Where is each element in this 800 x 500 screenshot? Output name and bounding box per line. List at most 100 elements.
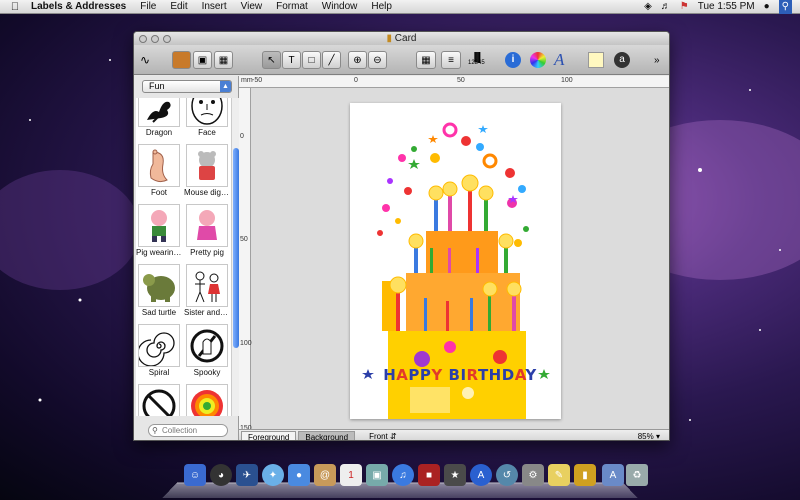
chevron-down-icon: ⇵ xyxy=(389,431,397,441)
apple-menu-icon[interactable]:  xyxy=(6,1,24,13)
line-tool-icon[interactable]: ╱ xyxy=(322,51,341,69)
vertical-ruler: 0 50 100 150 xyxy=(239,88,252,432)
clipart-item[interactable]: Sad turtle xyxy=(136,264,182,322)
camera-icon[interactable]: ▣ xyxy=(193,51,212,69)
applications-folder-icon[interactable]: A xyxy=(602,464,624,486)
clipart-icon[interactable] xyxy=(172,51,191,69)
menu-help[interactable]: Help xyxy=(364,0,399,14)
tab-foreground[interactable]: Foreground xyxy=(241,430,297,440)
app-menu[interactable]: Labels & Addresses xyxy=(24,0,133,14)
ruler-label: -50 xyxy=(252,77,263,84)
pretty-pig-image xyxy=(186,204,228,247)
clipart-item[interactable] xyxy=(184,384,230,416)
clipart-label: Dragon xyxy=(145,128,173,137)
trash-icon[interactable]: ♻ xyxy=(626,464,648,486)
menu-file[interactable]: File xyxy=(133,0,163,14)
menu-insert[interactable]: Insert xyxy=(195,0,234,14)
ruler-label: 50 xyxy=(240,236,248,243)
clipart-item[interactable]: Foot xyxy=(136,144,182,202)
mouse-digger-image xyxy=(186,144,228,187)
address-card-icon[interactable]: ▦ xyxy=(416,50,436,70)
clipart-item[interactable]: Mouse digger xyxy=(184,144,230,202)
list-icon[interactable]: ≡ xyxy=(441,50,461,70)
app-store-icon[interactable]: A xyxy=(470,464,492,486)
menu-format[interactable]: Format xyxy=(269,0,315,14)
toolbar: ∿ ▣ ▦ ↖ T □ ╱ ⊕ ⊖ ▦ ≡ ||||||| 12345 i A … xyxy=(134,45,669,75)
greeting-letter: P xyxy=(408,366,420,384)
zoom-select[interactable]: 85% ▾ xyxy=(638,432,660,441)
collection-search-input[interactable]: ⚲ Collection xyxy=(148,424,228,437)
user-icon[interactable]: ● xyxy=(764,0,770,14)
tab-background[interactable]: Background xyxy=(298,430,356,440)
top-candles xyxy=(428,174,494,231)
greeting-letter: Y xyxy=(525,366,537,384)
info-icon[interactable]: i xyxy=(504,50,522,70)
menu-window[interactable]: Window xyxy=(315,0,365,14)
window-titlebar[interactable]: ▮ Card xyxy=(134,32,669,45)
greeting-letter: P xyxy=(419,366,432,384)
status-bar: Foreground Background Front ⇵ 85% ▾ xyxy=(239,429,669,441)
clipart-label: Face xyxy=(198,128,216,137)
clipart-item[interactable]: Pretty pig xyxy=(184,204,230,262)
greeting-letter: H xyxy=(488,366,502,384)
text-tool-icon[interactable]: T xyxy=(282,51,301,69)
volume-icon[interactable]: ♬ xyxy=(661,0,671,14)
ical-icon[interactable]: 1 xyxy=(340,464,362,486)
wifi-icon[interactable]: ◈ xyxy=(644,0,652,14)
colors-icon[interactable] xyxy=(530,50,546,70)
mail-icon[interactable]: ✈ xyxy=(236,464,258,486)
rectangle-tool-icon[interactable]: □ xyxy=(302,51,321,69)
fonts-icon[interactable]: A xyxy=(554,50,564,70)
notes-icon[interactable] xyxy=(588,50,604,70)
address-book-icon[interactable]: @ xyxy=(314,464,336,486)
clipart-scrollbar[interactable] xyxy=(231,98,239,416)
zoom-out-icon[interactable]: ⊖ xyxy=(368,51,387,69)
templates-icon[interactable]: ▦ xyxy=(214,51,233,69)
clipart-item[interactable]: Spiral xyxy=(136,324,182,382)
finder-icon[interactable]: ☺ xyxy=(184,464,206,486)
sidebar-toggle-icon[interactable]: ∿ xyxy=(140,50,150,70)
greeting-letter: A xyxy=(396,366,409,384)
greeting-text[interactable]: HAPPY BIRTHDAY xyxy=(380,366,540,384)
clipart-item[interactable]: Dragon xyxy=(136,98,182,142)
ruler-label: 100 xyxy=(561,77,573,84)
itunes-icon[interactable]: ♫ xyxy=(392,464,414,486)
safari-icon[interactable]: ✦ xyxy=(262,464,284,486)
search-icon: ⚲ xyxy=(152,426,158,435)
chevron-down-icon: ▲ xyxy=(220,81,231,92)
menu-view[interactable]: View xyxy=(234,0,270,14)
clipart-item[interactable]: Pig wearing ... xyxy=(136,204,182,262)
amazon-icon[interactable]: a xyxy=(614,50,630,70)
category-select[interactable]: Fun ▲ xyxy=(142,80,232,93)
clipart-item[interactable]: Sister and b... xyxy=(184,264,230,322)
imovie-icon[interactable]: ★ xyxy=(444,464,466,486)
iphoto-icon[interactable]: ▣ xyxy=(366,464,388,486)
system-preferences-icon[interactable]: ⚙ xyxy=(522,464,544,486)
labels-app-icon[interactable]: ▮ xyxy=(574,464,596,486)
side-select[interactable]: Front ⇵ xyxy=(369,432,397,441)
media-segment: ▣ ▦ xyxy=(172,50,233,70)
spooky-image xyxy=(186,324,228,367)
time-machine-icon[interactable]: ↺ xyxy=(496,464,518,486)
flag-icon[interactable]: ⚑ xyxy=(680,0,689,14)
greeting-letter: H xyxy=(383,366,397,384)
barcode-icon[interactable]: ||||||| 12345 xyxy=(468,50,485,70)
clipart-item[interactable]: Face xyxy=(184,98,230,142)
dashboard-icon[interactable]: ◕ xyxy=(210,464,232,486)
clipart-item[interactable] xyxy=(136,384,182,416)
ruler-unit: mm xyxy=(241,77,253,84)
chevron-down-icon: ▾ xyxy=(655,431,660,441)
zoom-in-icon[interactable]: ⊕ xyxy=(348,51,367,69)
menu-edit[interactable]: Edit xyxy=(163,0,194,14)
arrow-tool-icon[interactable]: ↖ xyxy=(262,51,281,69)
stickies-icon[interactable]: ✎ xyxy=(548,464,570,486)
clipart-item[interactable]: Spooky xyxy=(184,324,230,382)
ichat-icon[interactable]: ● xyxy=(288,464,310,486)
tools-segment: ↖ T □ ╱ xyxy=(262,50,341,70)
photo-booth-icon[interactable]: ■ xyxy=(418,464,440,486)
clock[interactable]: Tue 1:55 PM xyxy=(698,0,755,14)
card-page[interactable]: HAPPY BIRTHDAY xyxy=(350,103,561,419)
dock: ☺ ◕ ✈ ✦ ● @ 1 ▣ ♫ ■ ★ A ↺ ⚙ ✎ ▮ A xyxy=(162,460,638,500)
toolbar-overflow-icon[interactable]: » xyxy=(654,50,660,70)
spotlight-icon[interactable]: ⚲ xyxy=(778,0,792,14)
